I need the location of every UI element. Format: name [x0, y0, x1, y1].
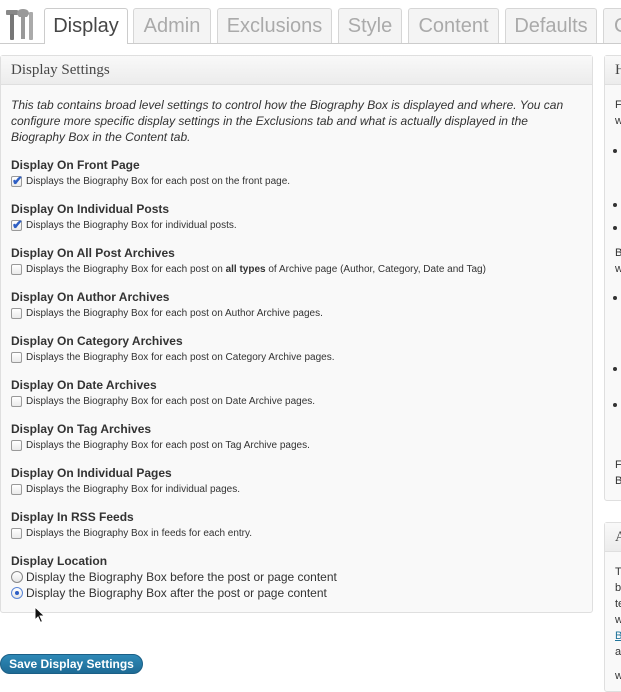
setting-label: Display On Front Page — [11, 158, 140, 172]
sidebar-text: b — [615, 582, 621, 594]
location-after-radio[interactable] — [11, 587, 23, 599]
sidebar-text: w — [615, 670, 621, 682]
setting-label: Display Location — [11, 554, 108, 568]
about-sidebar-box: A T b te w B a w — [604, 522, 621, 692]
date-archives-checkbox[interactable] — [11, 396, 22, 407]
radio-label: Display the Biography Box after the post… — [26, 586, 327, 600]
setting-all-post-archives: Display On All Post Archives Displays th… — [11, 245, 581, 279]
setting-option: Displays the Biography Box for each post… — [11, 307, 581, 323]
tab-defaults[interactable]: Defaults — [505, 8, 597, 43]
setting-description: Displays the Biography Box for each post… — [26, 352, 335, 363]
all-post-archives-checkbox[interactable] — [11, 264, 22, 275]
bullet — [613, 296, 617, 300]
bullet — [613, 367, 617, 371]
sidebar-text: F — [615, 459, 621, 471]
setting-label: Display On Tag Archives — [11, 422, 152, 436]
bullet — [613, 203, 617, 207]
sidebar-text: w — [615, 614, 621, 626]
desc-emphasis: all types — [225, 264, 266, 275]
setting-option: Displays the Biography Box for each post… — [11, 351, 581, 367]
tab-display[interactable]: Display — [44, 8, 128, 44]
setting-rss-feeds: Display In RSS Feeds Displays the Biogra… — [11, 509, 581, 543]
setting-individual-posts: Display On Individual Posts ✔ Displays t… — [11, 201, 581, 235]
panel-title: Display Settings — [1, 56, 592, 85]
setting-label: Display On Individual Posts — [11, 202, 170, 216]
location-option-after: Display the Biography Box after the post… — [11, 585, 581, 601]
save-display-settings-button[interactable]: Save Display Settings — [0, 654, 143, 674]
intro-text: This tab contains broad level settings t… — [11, 98, 564, 144]
setting-description: Displays the Biography Box for each post… — [26, 308, 323, 319]
setting-tag-archives: Display On Tag Archives Displays the Bio… — [11, 421, 581, 455]
author-archives-checkbox[interactable] — [11, 308, 22, 319]
setting-option: ✔ Displays the Biography Box for each po… — [11, 173, 581, 191]
setting-label: Display On Individual Pages — [11, 466, 172, 480]
setting-description: Displays the Biography Box in feeds for … — [26, 528, 253, 539]
sidebar-text: F — [615, 99, 621, 111]
setting-option: Displays the Biography Box for each post… — [11, 263, 581, 279]
setting-author-archives: Display On Author Archives Displays the … — [11, 289, 581, 323]
sidebar-text: a — [615, 646, 621, 658]
sidebar-text: w — [615, 115, 621, 127]
setting-option: Displays the Biography Box for each post… — [11, 439, 581, 455]
tab-admin[interactable]: Admin — [133, 8, 211, 43]
setting-individual-pages: Display On Individual Pages Displays the… — [11, 465, 581, 499]
setting-option: ✔ Displays the Biography Box for individ… — [11, 217, 581, 235]
sidebar-text: B — [615, 475, 621, 487]
front-page-checkbox[interactable]: ✔ — [11, 173, 23, 188]
individual-pages-checkbox[interactable] — [11, 484, 22, 495]
tag-archives-checkbox[interactable] — [11, 440, 22, 451]
sidebar-link[interactable]: B — [615, 629, 621, 643]
setting-label: Display In RSS Feeds — [11, 510, 134, 524]
setting-category-archives: Display On Category Archives Displays th… — [11, 333, 581, 367]
setting-description: Displays the Biography Box for each post… — [26, 440, 310, 451]
sidebar-text: te — [615, 598, 621, 610]
setting-description: Displays the Biography Box for individua… — [26, 220, 237, 231]
rss-feeds-checkbox[interactable] — [11, 528, 22, 539]
mouse-pointer-icon — [34, 606, 46, 624]
tab-bar: Display Admin Exclusions Style Content D… — [0, 0, 621, 44]
desc-part: of Archive page (Author, Category, Date … — [265, 264, 486, 275]
setting-label: Display On Date Archives — [11, 378, 157, 392]
bullet — [613, 226, 617, 230]
tab-content[interactable]: Content — [408, 8, 499, 43]
help-sidebar-box: H F w B w F B — [604, 55, 621, 501]
individual-posts-checkbox[interactable]: ✔ — [11, 217, 23, 232]
setting-description: Displays the Biography Box for each post… — [26, 263, 486, 277]
bullet — [613, 403, 617, 407]
checkmark-icon: ✔ — [12, 173, 23, 188]
setting-display-location: Display Location Display the Biography B… — [11, 553, 581, 601]
setting-date-archives: Display On Date Archives Displays the Bi… — [11, 377, 581, 411]
setting-label: Display On Category Archives — [11, 334, 183, 348]
desc-part: Displays the Biography Box for each post… — [26, 264, 226, 275]
setting-option: Displays the Biography Box in feeds for … — [11, 527, 581, 543]
tab-style[interactable]: Style — [338, 8, 402, 43]
sidebar-box-title: H — [605, 56, 621, 85]
tab-cutoff[interactable]: C — [603, 8, 621, 43]
location-before-radio[interactable] — [11, 571, 23, 583]
setting-label: Display On Author Archives — [11, 290, 170, 304]
sidebar-text: B — [615, 247, 621, 259]
setting-description: Displays the Biography Box for individua… — [26, 484, 241, 495]
setting-description: Displays the Biography Box for each post… — [26, 396, 316, 407]
sidebar-text: w — [615, 263, 621, 275]
checkmark-icon: ✔ — [12, 217, 23, 232]
setting-description: Displays the Biography Box for each post… — [26, 176, 291, 187]
setting-label: Display On All Post Archives — [11, 246, 175, 260]
sidebar-text: T — [615, 566, 621, 578]
bullet — [613, 149, 617, 153]
location-option-before: Display the Biography Box before the pos… — [11, 569, 581, 585]
category-archives-checkbox[interactable] — [11, 352, 22, 363]
setting-option: Displays the Biography Box for each post… — [11, 395, 581, 411]
setting-option: Displays the Biography Box for individua… — [11, 483, 581, 499]
display-settings-panel: Display Settings This tab contains broad… — [0, 55, 593, 613]
tab-exclusions[interactable]: Exclusions — [217, 8, 332, 43]
tools-icon — [6, 9, 33, 40]
sidebar-box-title: A — [605, 523, 621, 552]
setting-front-page: Display On Front Page ✔ Displays the Bio… — [11, 157, 581, 191]
radio-label: Display the Biography Box before the pos… — [26, 570, 337, 584]
